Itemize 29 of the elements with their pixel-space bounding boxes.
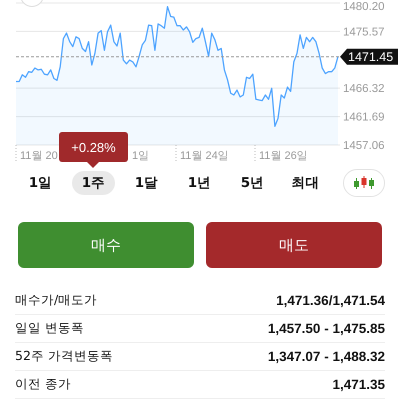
axis-label: 1457.06 xyxy=(343,140,385,152)
axis-label: 11월 20 xyxy=(20,150,58,162)
buy-button[interactable]: 매수 xyxy=(18,222,194,268)
sell-button[interactable]: 매도 xyxy=(206,222,382,268)
stat-value: 1,347.07 - 1,488.32 xyxy=(268,349,385,364)
axis-label: 1480.20 xyxy=(343,1,385,13)
axis-label: 1466.32 xyxy=(343,83,385,96)
candlestick-icon xyxy=(353,176,375,190)
stat-value: 1,471.36/1,471.54 xyxy=(276,293,385,308)
stat-label: 52주 가격변동폭 xyxy=(15,348,113,365)
period-tab[interactable]: 5년 xyxy=(230,171,274,195)
period-tab[interactable]: 1년 xyxy=(178,171,222,195)
axis-label: 1475.57 xyxy=(343,26,385,38)
stat-label: 이전 종가 xyxy=(15,376,71,393)
axis-label: 1461.69 xyxy=(343,112,385,124)
axis-label: 11월 26일 xyxy=(259,150,308,162)
stat-value: 1,471.35 xyxy=(332,377,385,392)
stat-label: 매수가/매도가 xyxy=(15,292,98,309)
stat-value: 1,457.50 - 1,475.85 xyxy=(268,321,385,336)
change-tooltip: +0.28% xyxy=(59,132,128,168)
price-tag: 1471.45 xyxy=(340,48,398,65)
axis-label: 1일 xyxy=(132,150,150,162)
axis-label: 11월 24일 xyxy=(180,150,229,162)
period-tab[interactable]: 1주 xyxy=(72,171,116,195)
period-tab[interactable]: 1일 xyxy=(18,171,62,195)
chart-type-button[interactable] xyxy=(343,169,385,197)
period-tab[interactable]: 1달 xyxy=(124,171,168,195)
period-tab[interactable]: 최대 xyxy=(282,171,330,195)
stat-label: 일일 변동폭 xyxy=(15,320,84,337)
